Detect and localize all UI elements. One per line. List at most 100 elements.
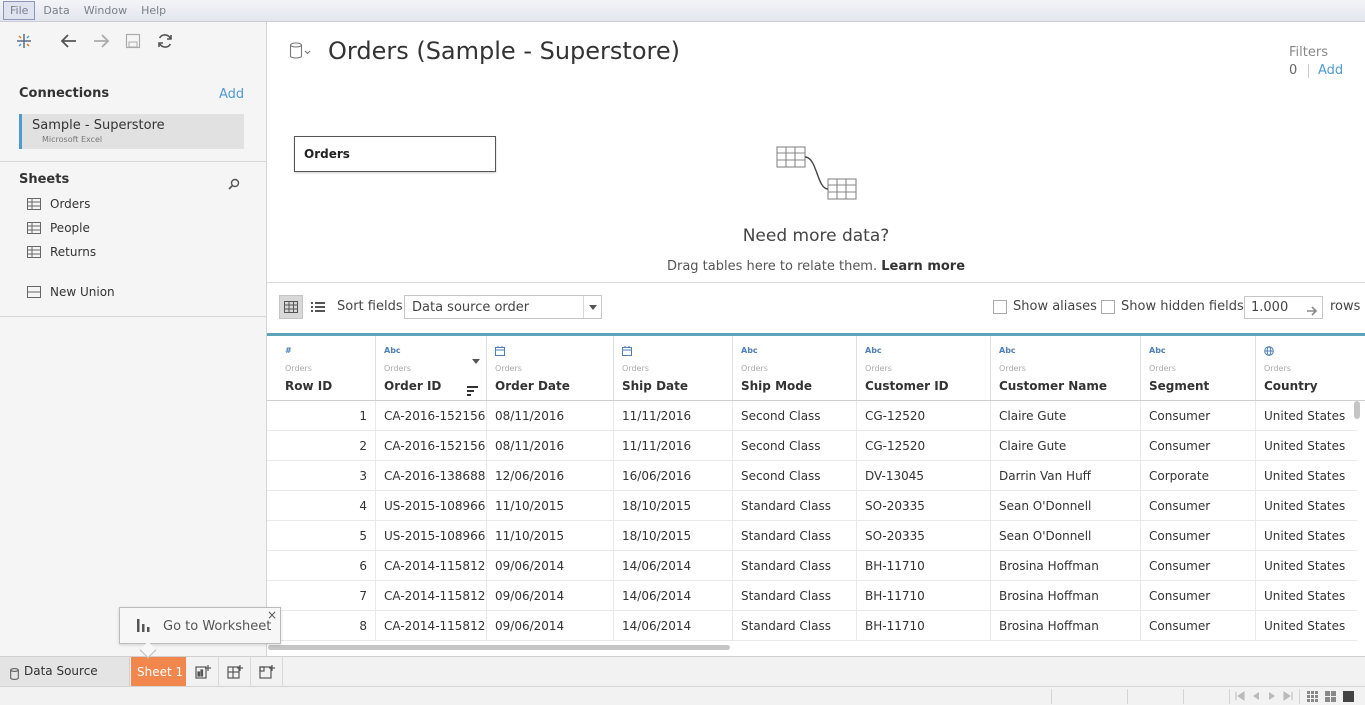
globe-icon[interactable]: [1264, 346, 1274, 358]
column-header[interactable]: Abc Orders Ship Mode: [733, 336, 857, 400]
column-name: Row ID: [285, 379, 333, 393]
column-header[interactable]: Abc Orders Customer Name: [991, 336, 1141, 400]
field-type-label[interactable]: Abc: [384, 346, 401, 355]
logical-table-orders[interactable]: Orders: [294, 136, 496, 172]
table-row[interactable]: 3 CA-2016-138688 12/06/2016 16/06/2016 Secon…: [267, 461, 1357, 491]
new-worksheet-icon[interactable]: [191, 661, 215, 683]
table-cell: SO-20335: [857, 491, 991, 521]
table-cell: Consumer: [1141, 491, 1256, 521]
new-union-item[interactable]: New Union: [27, 283, 115, 301]
menu-file[interactable]: File: [3, 1, 36, 20]
column-source: Orders: [1149, 364, 1176, 373]
show-hidden-fields-label: Show hidden fields: [1121, 299, 1244, 314]
field-type-label[interactable]: Abc: [999, 346, 1016, 355]
column-header[interactable]: # Orders Row ID: [277, 336, 376, 400]
list-view-button[interactable]: [306, 295, 330, 319]
sort-icon[interactable]: [467, 381, 478, 400]
search-sheets-icon[interactable]: [228, 175, 240, 194]
add-connection-link[interactable]: Add: [219, 87, 244, 102]
table-cell: 14/06/2014: [614, 581, 733, 611]
menu-window[interactable]: Window: [78, 2, 133, 19]
save-icon[interactable]: [122, 30, 144, 52]
column-header[interactable]: Abc Orders Segment: [1141, 336, 1256, 400]
table-row[interactable]: 1 CA-2016-152156 08/11/2016 11/11/2016 Secon…: [267, 401, 1357, 431]
table-cell: Consumer: [1141, 401, 1256, 431]
data-source-tab[interactable]: Data Source: [0, 657, 130, 686]
tableau-logo-icon[interactable]: [13, 30, 35, 52]
date-icon[interactable]: [622, 346, 632, 358]
table-row[interactable]: 2 CA-2016-152156 08/11/2016 11/11/2016 Secon…: [267, 431, 1357, 461]
show-aliases-checkbox[interactable]: [993, 300, 1007, 314]
column-header[interactable]: Orders Order Date: [487, 336, 614, 400]
data-source-tab-label: Data Source: [24, 664, 98, 678]
grid-view-icon[interactable]: [1307, 691, 1318, 702]
field-type-label[interactable]: Abc: [1149, 346, 1166, 355]
single-view-icon[interactable]: [1343, 691, 1354, 702]
last-page-icon[interactable]: [1283, 691, 1293, 701]
new-dashboard-icon[interactable]: [223, 661, 247, 683]
filmstrip-view-icon[interactable]: [1325, 691, 1336, 702]
table-cell: CA-2014-115812: [376, 611, 487, 641]
table-row[interactable]: 7 CA-2014-115812 09/06/2014 14/06/2014 Stand…: [267, 581, 1357, 611]
column-name: Customer ID: [865, 379, 949, 393]
table-cell: 08/11/2016: [487, 431, 614, 461]
table-cell: Second Class: [733, 461, 857, 491]
go-to-worksheet-tooltip[interactable]: Go to Worksheet ×: [119, 607, 281, 659]
table-cell: 11/11/2016: [614, 401, 733, 431]
refresh-icon[interactable]: [154, 30, 176, 52]
close-icon[interactable]: ×: [267, 608, 277, 622]
table-row[interactable]: 6 CA-2014-115812 09/06/2014 14/06/2014 Stand…: [267, 551, 1357, 581]
sheet-item-orders[interactable]: Orders: [27, 195, 90, 213]
column-header[interactable]: Abc Orders Customer ID: [857, 336, 991, 400]
column-header[interactable]: Orders Country: [1256, 336, 1365, 400]
sort-fields-select[interactable]: Data source order: [404, 295, 602, 319]
previous-page-icon[interactable]: [1251, 691, 1261, 701]
back-arrow-icon[interactable]: [58, 30, 80, 52]
table-row[interactable]: 4 US-2015-108966 11/10/2015 18/10/2015 Stand…: [267, 491, 1357, 521]
table-cell: 14/06/2014: [614, 611, 733, 641]
grid-view-button[interactable]: [279, 295, 303, 319]
show-hidden-fields-checkbox[interactable]: [1101, 300, 1115, 314]
field-type-label[interactable]: Abc: [741, 346, 758, 355]
column-header[interactable]: Orders Ship Date: [614, 336, 733, 400]
menu-help[interactable]: Help: [135, 2, 172, 19]
table-row[interactable]: 5 US-2015-108966 11/10/2015 18/10/2015 Stand…: [267, 521, 1357, 551]
menu-bar: File Data Window Help: [0, 0, 1365, 22]
sheets-title: Sheets: [19, 172, 70, 187]
vertical-scrollbar[interactable]: [1354, 401, 1360, 419]
learn-more-link[interactable]: Learn more: [881, 259, 965, 274]
table-row[interactable]: 8 CA-2014-115812 09/06/2014 14/06/2014 Stand…: [267, 611, 1357, 641]
column-name: Customer Name: [999, 379, 1107, 393]
column-header[interactable]: Abc Orders Order ID: [376, 336, 487, 400]
add-filter-link[interactable]: Add: [1318, 63, 1343, 78]
table-cell: 6: [277, 551, 376, 581]
table-cell: Consumer: [1141, 431, 1256, 461]
chevron-down-icon[interactable]: [472, 349, 480, 368]
table-cell: 5: [277, 521, 376, 551]
data-source-title[interactable]: Orders (Sample - Superstore): [328, 37, 680, 65]
date-icon[interactable]: [495, 346, 505, 358]
table-cell: BH-11710: [857, 551, 991, 581]
sheet-tab[interactable]: Sheet 1: [131, 657, 186, 686]
field-type-label[interactable]: #: [285, 346, 292, 355]
tooltip-label: Go to Worksheet: [163, 619, 272, 634]
table-cell: Corporate: [1141, 461, 1256, 491]
column-name: Order Date: [495, 379, 570, 393]
table-cell: Standard Class: [733, 551, 857, 581]
database-icon[interactable]: [289, 42, 311, 64]
new-story-icon[interactable]: [255, 661, 279, 683]
first-page-icon[interactable]: [1235, 691, 1245, 701]
sheet-item-returns[interactable]: Returns: [27, 243, 96, 261]
menu-data[interactable]: Data: [37, 2, 75, 19]
rows-count-input[interactable]: 1.000: [1244, 296, 1323, 319]
field-type-label[interactable]: Abc: [865, 346, 882, 355]
next-page-icon[interactable]: [1267, 691, 1277, 701]
arrow-right-icon[interactable]: [1306, 302, 1318, 321]
sheet-item-people[interactable]: People: [27, 219, 90, 237]
horizontal-scrollbar[interactable]: [268, 645, 730, 650]
forward-arrow-icon[interactable]: [90, 30, 112, 52]
connection-item[interactable]: Sample - Superstore Microsoft Excel: [19, 114, 244, 149]
union-icon: [27, 286, 41, 298]
divider: [1308, 64, 1309, 78]
table-cell: 18/10/2015: [614, 521, 733, 551]
